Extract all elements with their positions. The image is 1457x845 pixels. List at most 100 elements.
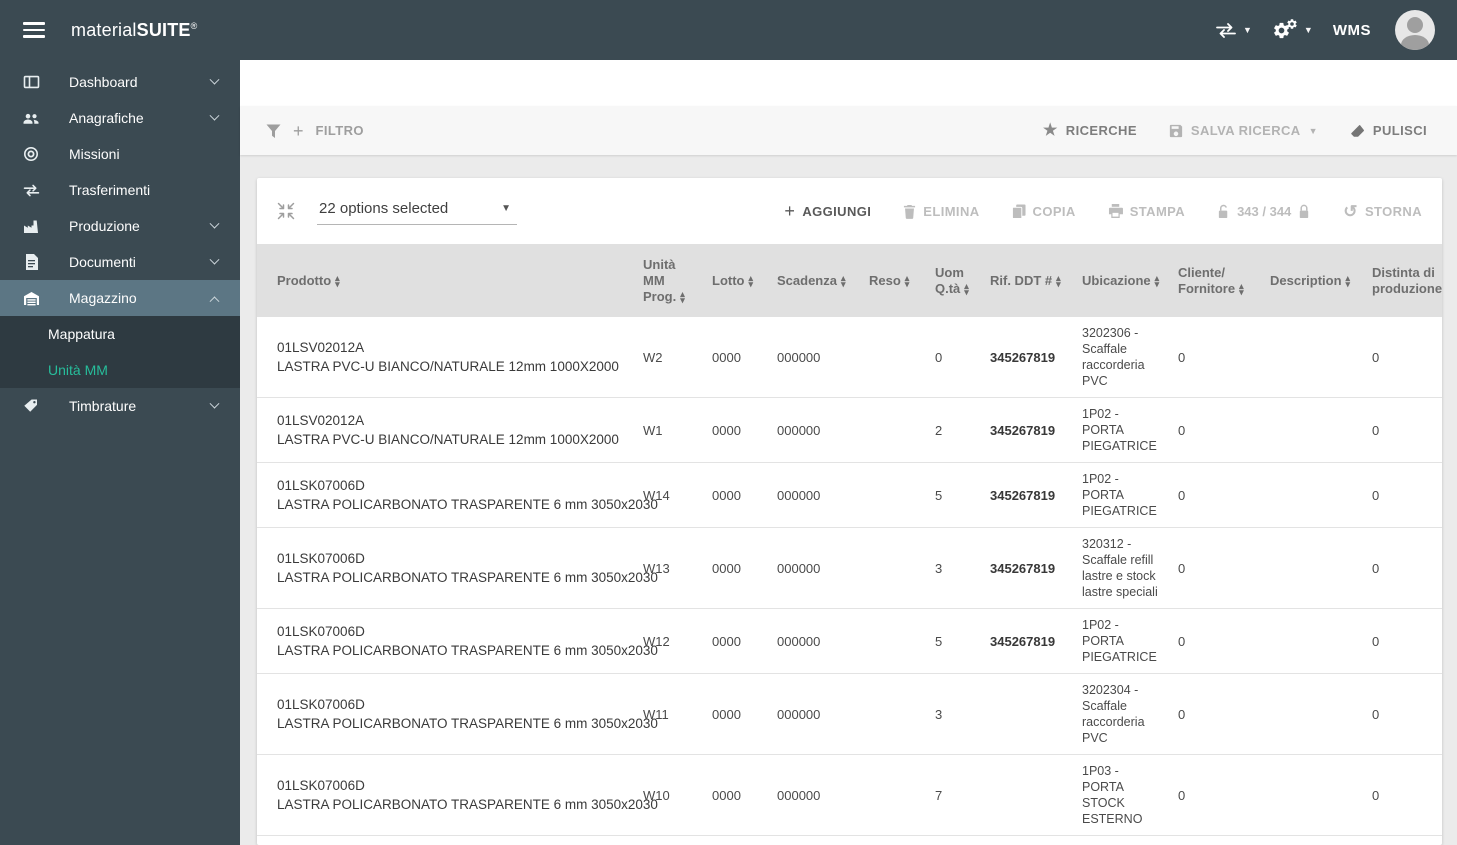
- sidebar-subitem-mappatura[interactable]: Mappatura: [0, 316, 240, 352]
- column-header-prodotto[interactable]: Prodotto: [257, 244, 633, 317]
- product-description: LASTRA POLICARBONATO TRASPARENTE 6 mm 30…: [277, 497, 658, 512]
- storna-button[interactable]: ↺ STORNA: [1343, 203, 1422, 220]
- cell-reso: [859, 527, 925, 609]
- table-card: 22 options selected ▼ + AGGIUNGI ELIMINA…: [257, 178, 1442, 845]
- cell-cliente-fornitore: 0: [1168, 397, 1260, 463]
- gears-icon: [1272, 18, 1298, 42]
- cell-unita-mm-prog: W2: [643, 349, 663, 365]
- column-header-rif-ddt[interactable]: Rif. DDT #: [980, 244, 1072, 317]
- logo-registered: ®: [190, 20, 198, 31]
- cell-description: [1260, 397, 1362, 463]
- logo-bold: SUITE: [136, 19, 191, 40]
- column-header-description[interactable]: Description: [1260, 244, 1362, 317]
- cell-rif-ddt: 345267819: [980, 527, 1072, 609]
- hamburger-menu-icon[interactable]: [23, 18, 45, 42]
- column-header-lotto[interactable]: Lotto: [702, 244, 767, 317]
- sort-icon: [1239, 283, 1244, 295]
- cell-description: [1260, 527, 1362, 609]
- avatar[interactable]: [1395, 10, 1435, 50]
- elimina-button[interactable]: ELIMINA: [903, 204, 979, 219]
- sidebar-item-magazzino[interactable]: Magazzino: [0, 280, 240, 316]
- column-header-reso[interactable]: Reso: [859, 244, 925, 317]
- cell-unita-mm-prog: W9: [633, 835, 702, 845]
- chevron-down-icon: [209, 218, 220, 229]
- cell-distinta-di-produzione: 0: [1362, 462, 1442, 528]
- sidebar-item-label: Magazzino: [69, 290, 137, 306]
- stampa-label: STAMPA: [1129, 203, 1186, 219]
- table-row[interactable]: 01LSV02012A LASTRA PVC-U BIANCO/NATURALE…: [257, 317, 1442, 398]
- column-header-distinta-di-produzione[interactable]: Distinta di produzione: [1362, 244, 1442, 317]
- sidebar-item-trasferimenti[interactable]: Trasferimenti: [0, 172, 240, 208]
- cell-rif-ddt: 345267819: [980, 397, 1072, 463]
- cell-uom-qta: 5: [925, 608, 980, 674]
- table-row[interactable]: 01LSK07006D LASTRA POLICARBONATO TRASPAR…: [257, 673, 1442, 755]
- filtro-button[interactable]: + FILTRO: [266, 122, 364, 140]
- table-row[interactable]: 01LSK07006D LASTRA POLICARBONATO TRASPAR…: [257, 608, 1442, 674]
- sidebar-item-label: Trasferimenti: [69, 182, 151, 198]
- cell-ubicazione: 1P02 - PORTA PIEGATRICE: [1072, 462, 1168, 528]
- storna-label: STORNA: [1364, 203, 1422, 219]
- table-row[interactable]: 01LSV02012A LASTRA PVC-U BIANCO/NATURALE…: [257, 397, 1442, 463]
- cell-rif-ddt: [980, 673, 1072, 755]
- stampa-button[interactable]: STAMPA: [1108, 204, 1185, 219]
- lock-counter[interactable]: 343 / 344: [1217, 204, 1311, 219]
- aggiungi-button[interactable]: + AGGIUNGI: [784, 202, 871, 220]
- cell-scadenza: 000000: [767, 397, 859, 463]
- cell-lotto: 0000: [702, 462, 767, 528]
- cell-lotto: 0000: [702, 835, 767, 845]
- cell-description: [1260, 608, 1362, 674]
- topbar: materialSUITE® ▼ ▼ WMS: [0, 0, 1457, 60]
- cell-cliente-fornitore: 0: [1168, 527, 1260, 609]
- salva-ricerca-label: SALVA RICERCA: [1190, 123, 1301, 138]
- copy-icon: [1011, 204, 1026, 219]
- pulisci-button[interactable]: PULISCI: [1350, 123, 1427, 138]
- sort-icon: [964, 283, 969, 295]
- factory-icon: [22, 219, 40, 234]
- transfer-menu[interactable]: ▼: [1215, 22, 1252, 38]
- cell-scadenza: 000000: [767, 673, 859, 755]
- cell-rif-ddt: 345267819: [980, 462, 1072, 528]
- column-header-uom-qta[interactable]: Uom Q.tà: [925, 244, 980, 317]
- salva-ricerca-button[interactable]: SALVA RICERCA ▼: [1169, 123, 1318, 138]
- cell-reso: [859, 397, 925, 463]
- trash-icon: [903, 204, 916, 219]
- cell-scadenza: 000000: [767, 608, 859, 674]
- copia-button[interactable]: COPIA: [1011, 204, 1076, 219]
- content-area: 22 options selected ▼ + AGGIUNGI ELIMINA…: [240, 155, 1457, 845]
- table-row[interactable]: 01LSK07006D LASTRA POLICARBONATO TRASPAR…: [257, 835, 1442, 845]
- cell-lotto: 0000: [702, 608, 767, 674]
- sidebar-item-anagrafiche[interactable]: Anagrafiche: [0, 100, 240, 136]
- cell-uom-qta: 7: [925, 754, 980, 836]
- collapse-icon[interactable]: [277, 202, 295, 220]
- ricerche-button[interactable]: ★ RICERCHE: [1043, 122, 1137, 139]
- topbar-right: ▼ ▼ WMS: [1215, 10, 1435, 50]
- product-description: LASTRA POLICARBONATO TRASPARENTE 6 mm 30…: [277, 797, 658, 812]
- cell-unita-mm-prog: W13: [633, 527, 702, 609]
- filtro-label: FILTRO: [315, 123, 364, 138]
- sort-icon: [1346, 275, 1351, 287]
- sidebar-item-dashboard[interactable]: Dashboard: [0, 64, 240, 100]
- column-header-scadenza[interactable]: Scadenza: [767, 244, 859, 317]
- sort-icon: [335, 275, 340, 287]
- column-header-cliente-fornitore[interactable]: Cliente/ Fornitore: [1168, 244, 1260, 317]
- table-row[interactable]: 01LSK07006D LASTRA POLICARBONATO TRASPAR…: [257, 527, 1442, 609]
- table-row[interactable]: 01LSK07006D LASTRA POLICARBONATO TRASPAR…: [257, 754, 1442, 836]
- table-row[interactable]: 01LSK07006D LASTRA POLICARBONATO TRASPAR…: [257, 462, 1442, 528]
- cell-reso: [859, 317, 925, 398]
- column-header-ubicazione[interactable]: Ubicazione: [1072, 244, 1168, 317]
- cell-lotto: 0000: [702, 673, 767, 755]
- cell-rif-ddt: 345267819: [990, 349, 1056, 365]
- columns-select[interactable]: 22 options selected ▼: [317, 197, 517, 225]
- wms-label[interactable]: WMS: [1333, 22, 1371, 39]
- sidebar-item-produzione[interactable]: Produzione: [0, 208, 240, 244]
- cell-prodotto: 01LSK07006D LASTRA POLICARBONATO TRASPAR…: [257, 835, 633, 845]
- sidebar-item-timbrature[interactable]: Timbrature: [0, 388, 240, 424]
- transfer-icon: [1215, 22, 1237, 38]
- cell-cliente-fornitore: 0: [1178, 349, 1186, 365]
- product-description: LASTRA POLICARBONATO TRASPARENTE 6 mm 30…: [277, 643, 658, 658]
- sidebar-subitem-unita-mm[interactable]: Unità MM: [0, 352, 240, 388]
- settings-menu[interactable]: ▼: [1272, 18, 1313, 42]
- column-header-unita-mm-prog[interactable]: Unità MM Prog.: [633, 244, 702, 317]
- sidebar-item-missioni[interactable]: Missioni: [0, 136, 240, 172]
- sidebar-item-documenti[interactable]: Documenti: [0, 244, 240, 280]
